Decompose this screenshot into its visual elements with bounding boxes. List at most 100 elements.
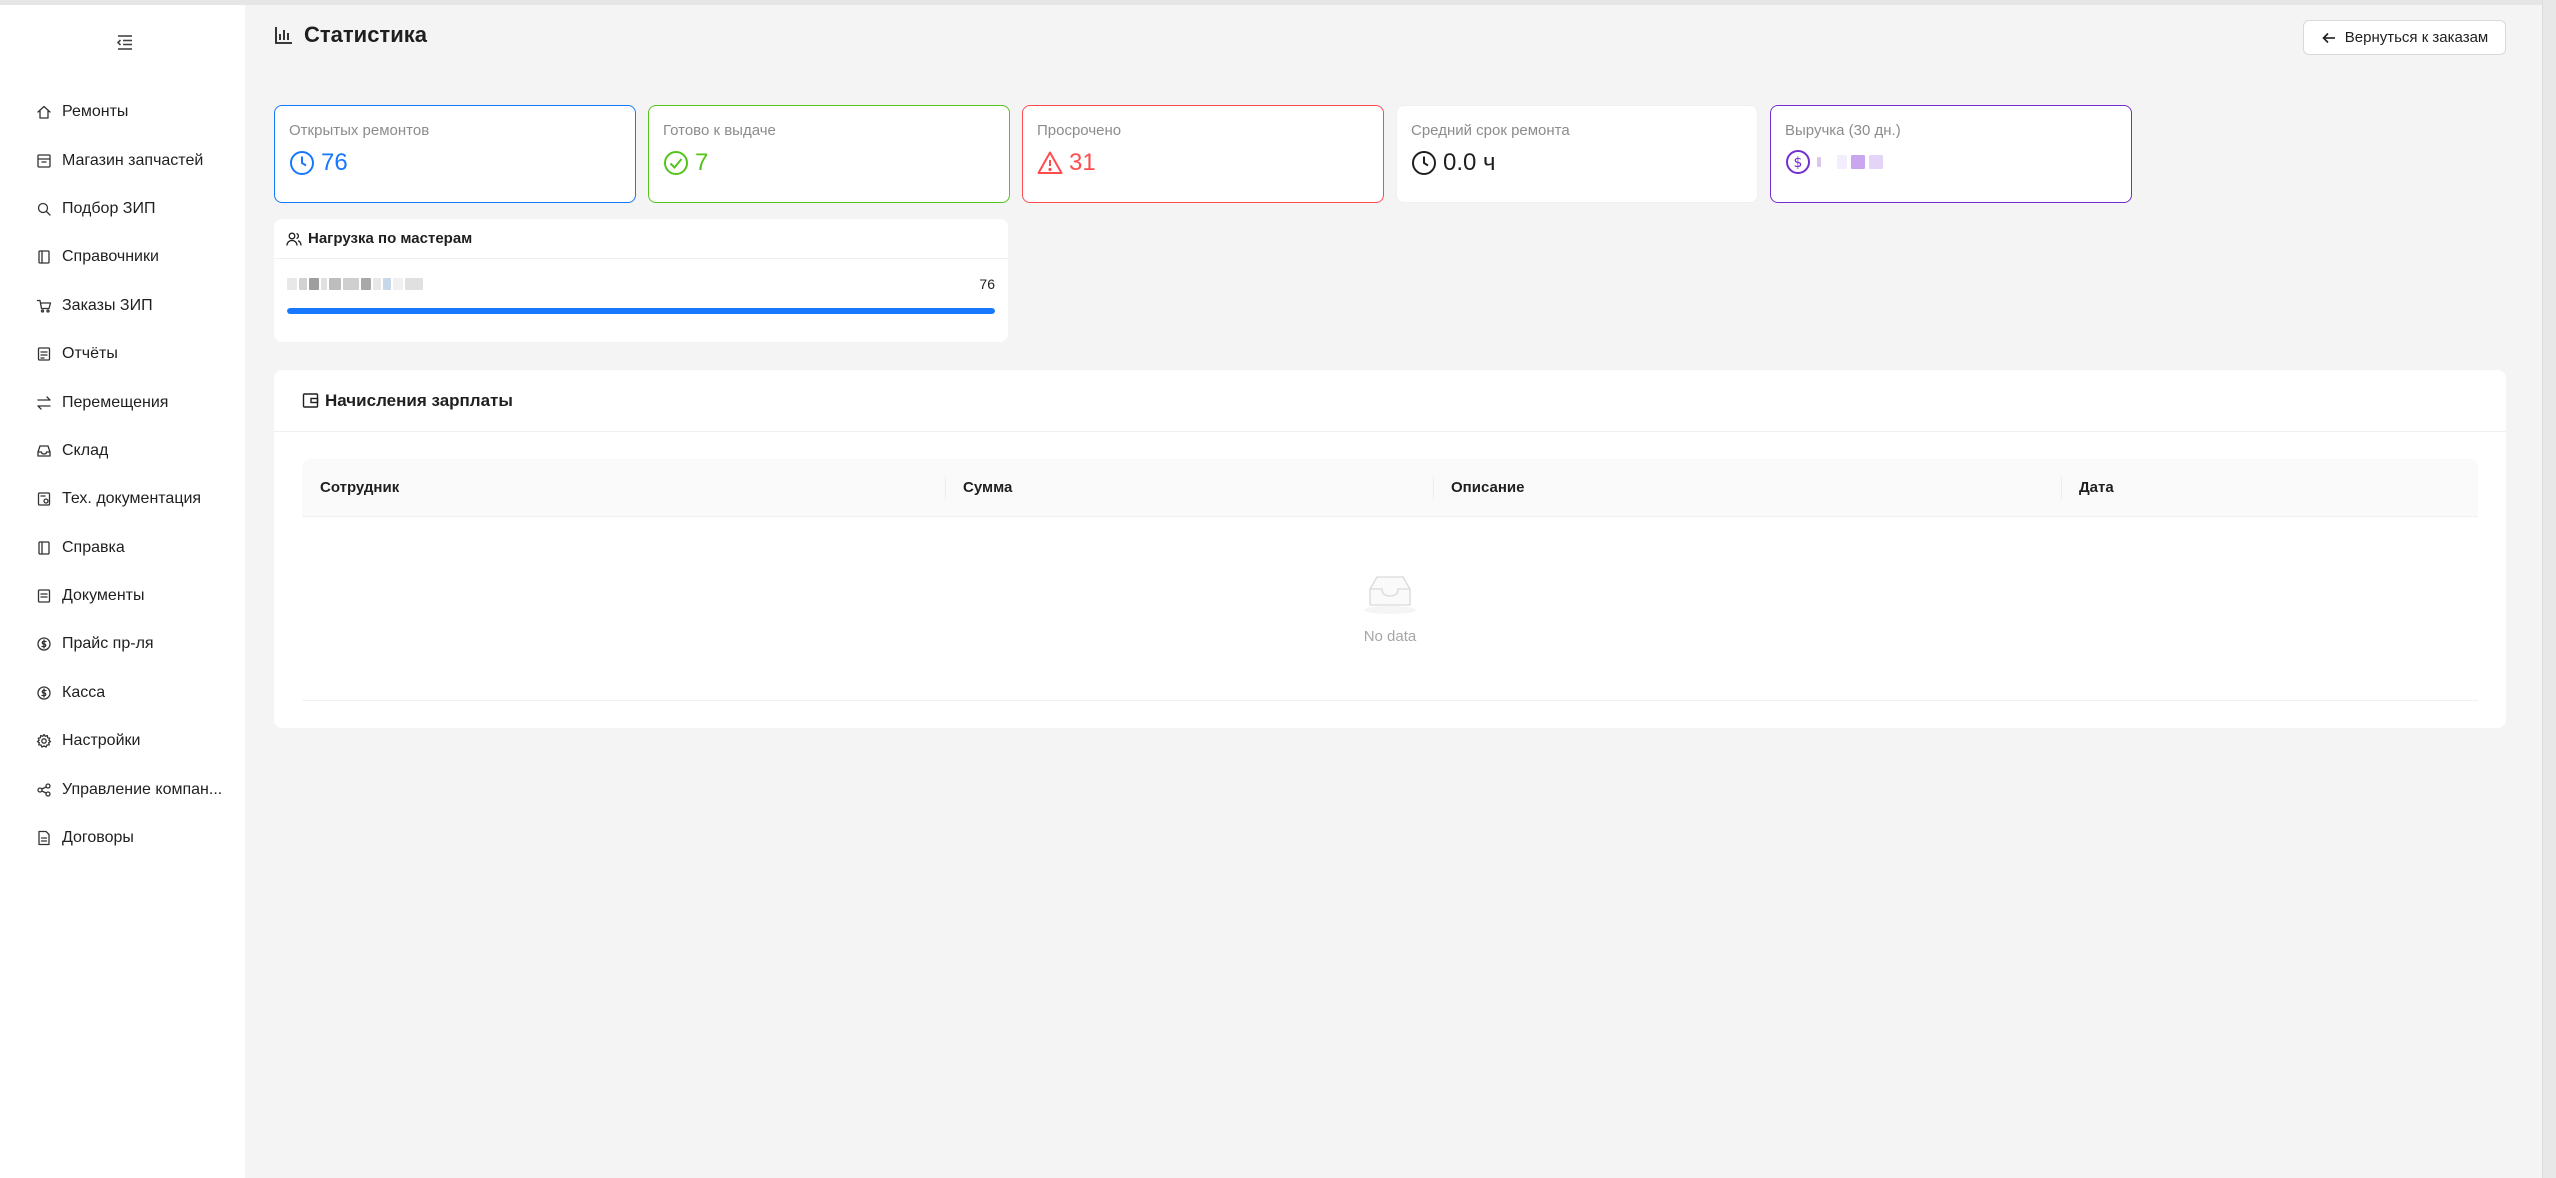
sidebar-item-label: Перемещения <box>62 393 169 411</box>
contract-icon <box>36 830 52 846</box>
sidebar-item-label: Справка <box>62 538 125 556</box>
stat-value: 0.0 ч <box>1443 149 1496 176</box>
sidebar-item-15[interactable]: Управление компан... <box>0 765 245 813</box>
report-icon <box>36 346 52 362</box>
sidebar-item-label: Подбор ЗИП <box>62 199 156 217</box>
sidebar-item-label: Заказы ЗИП <box>62 296 153 314</box>
sidebar-item-6[interactable]: Отчёты <box>0 330 245 378</box>
top-strip <box>0 0 2556 5</box>
sidebar-item-label: Ремонты <box>62 103 129 121</box>
stat-value-redacted <box>1817 150 1883 174</box>
menu-fold-icon[interactable] <box>114 31 136 53</box>
sidebar-item-8[interactable]: Склад <box>0 427 245 475</box>
scrollbar[interactable] <box>2542 0 2556 1178</box>
sidebar-nav: Ремонты Магазин запчастей Подбор ЗИП Справо… <box>0 88 245 862</box>
help-book-icon <box>36 540 52 556</box>
back-button-label: Вернуться к заказам <box>2344 29 2489 46</box>
sidebar-item-label: Справочники <box>62 248 159 266</box>
sidebar: Ремонты Магазин запчастей Подбор ЗИП Справо… <box>0 5 245 1178</box>
sidebar-item-label: Договоры <box>62 829 134 847</box>
sidebar-item-11[interactable]: Документы <box>0 572 245 620</box>
sidebar-item-label: Управление компан... <box>62 780 223 798</box>
check-circle-icon <box>663 150 689 176</box>
tech-doc-icon <box>36 491 52 507</box>
stat-card-open: Открытых ремонтов 76 <box>274 105 636 203</box>
master-name-redacted <box>287 278 423 290</box>
stat-value: 7 <box>695 149 709 176</box>
dollar-circle-icon: $ <box>1785 149 1811 175</box>
stat-label: Просрочено <box>1037 122 1122 139</box>
stat-card-overdue: Просрочено 31 <box>1022 105 1384 203</box>
payroll-title: Начисления зарплаты <box>325 390 513 410</box>
stat-card-avg-time: Средний срок ремонта 0.0 ч <box>1396 105 1758 203</box>
workload-progress-fill <box>287 308 995 314</box>
dollar-icon <box>36 636 52 652</box>
sidebar-item-label: Магазин запчастей <box>62 151 204 169</box>
team-icon <box>286 231 302 247</box>
workload-progress-bar <box>287 308 995 314</box>
workload-panel: Нагрузка по мастерам 76 <box>274 219 1008 342</box>
sidebar-item-13[interactable]: Касса <box>0 669 245 717</box>
gear-icon <box>36 733 52 749</box>
sidebar-item-label: Документы <box>62 587 145 605</box>
payroll-table: Сотрудник Сумма Описание Дата No data <box>302 459 2478 701</box>
stat-value: 31 <box>1069 149 1096 176</box>
sidebar-item-5[interactable]: Заказы ЗИП <box>0 282 245 330</box>
workload-count: 76 <box>979 276 995 292</box>
documents-icon <box>36 588 52 604</box>
back-to-orders-button[interactable]: Вернуться к заказам <box>2303 20 2506 55</box>
sidebar-item-7[interactable]: Перемещения <box>0 378 245 426</box>
column-header-description[interactable]: Описание <box>1433 459 2061 516</box>
column-header-date[interactable]: Дата <box>2061 459 2478 516</box>
warning-icon <box>1037 150 1063 176</box>
inbox-icon <box>36 443 52 459</box>
sidebar-item-label: Касса <box>62 683 106 701</box>
sidebar-item-label: Настройки <box>62 732 141 750</box>
sidebar-item-16[interactable]: Договоры <box>0 814 245 862</box>
stat-card-revenue: Выручка (30 дн.) $ <box>1770 105 2132 203</box>
column-header-amount[interactable]: Сумма <box>945 459 1433 516</box>
network-icon <box>36 782 52 798</box>
sidebar-item-label: Тех. документация <box>62 490 202 508</box>
workload-row: 76 <box>287 274 995 294</box>
clock-icon <box>1411 150 1437 176</box>
shop-icon <box>36 153 52 169</box>
sidebar-item-label: Отчёты <box>62 345 118 363</box>
stat-value: 76 <box>321 149 348 176</box>
sidebar-item-9[interactable]: Тех. документация <box>0 475 245 523</box>
sidebar-item-1[interactable]: Ремонты <box>0 88 245 136</box>
transfer-icon <box>36 395 52 411</box>
column-header-employee[interactable]: Сотрудник <box>302 459 945 516</box>
cash-icon <box>36 685 52 701</box>
stat-label: Открытых ремонтов <box>289 122 430 139</box>
payroll-panel: Начисления зарплаты Сотрудник Сумма Опис… <box>274 370 2506 728</box>
arrow-left-icon <box>2321 30 2337 46</box>
page-title: Статистика <box>274 22 427 48</box>
sidebar-item-label: Склад <box>62 441 109 459</box>
sidebar-item-4[interactable]: Справочники <box>0 233 245 281</box>
workload-title: Нагрузка по мастерам <box>308 230 473 247</box>
sidebar-item-3[interactable]: Подбор ЗИП <box>0 185 245 233</box>
book-icon <box>36 249 52 265</box>
sidebar-item-12[interactable]: Прайс пр-ля <box>0 620 245 668</box>
sidebar-item-label: Прайс пр-ля <box>62 635 154 653</box>
empty-inbox-icon <box>1362 573 1418 620</box>
bar-chart-icon <box>274 25 294 45</box>
page-title-text: Статистика <box>304 22 427 47</box>
empty-text: No data <box>1363 627 1417 645</box>
sidebar-item-14[interactable]: Настройки <box>0 717 245 765</box>
table-empty-state: No data <box>302 517 2478 701</box>
sidebar-item-10[interactable]: Справка <box>0 524 245 572</box>
stat-label: Средний срок ремонта <box>1411 122 1570 139</box>
cart-icon <box>36 298 52 314</box>
payroll-header: Начисления зарплаты <box>274 370 2506 432</box>
search-icon <box>36 201 52 217</box>
stat-card-ready: Готово к выдаче 7 <box>648 105 1010 203</box>
svg-text:$: $ <box>1794 155 1803 171</box>
clock-icon <box>289 150 315 176</box>
workload-header: Нагрузка по мастерам <box>274 219 1008 259</box>
stat-label: Готово к выдаче <box>663 122 776 139</box>
sidebar-item-2[interactable]: Магазин запчастей <box>0 136 245 184</box>
wallet-icon <box>302 392 319 409</box>
home-icon <box>36 104 52 120</box>
